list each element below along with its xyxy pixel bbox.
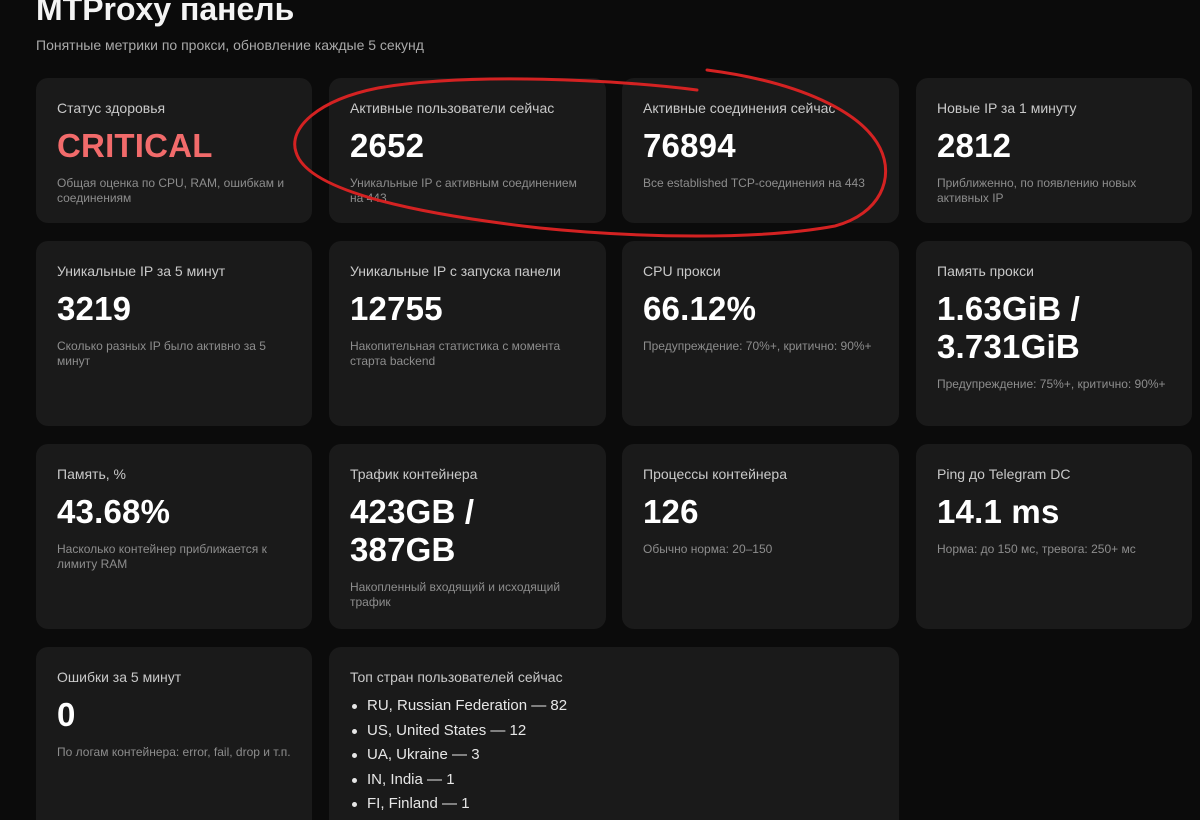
card-memory-percent: Память, % 43.68% Насколько контейнер при…	[36, 444, 312, 629]
card-label: Статус здоровья	[57, 100, 166, 116]
container-traffic-value: 423GB / 387GB	[350, 493, 585, 569]
proxy-memory-value: 1.63GiB / 3.731GiB	[937, 290, 1171, 366]
card-container-traffic: Трафик контейнера 423GB / 387GB Накоплен…	[329, 444, 606, 629]
list-item: UA, Ukraine — 3	[350, 743, 878, 768]
card-label: Активные пользователи сейчас	[350, 100, 555, 116]
card-description: Уникальные IP с активным соединением на …	[350, 176, 577, 205]
card-proxy-memory: Память прокси 1.63GiB / 3.731GiB Предупр…	[916, 241, 1192, 426]
health-status-value: CRITICAL	[57, 127, 213, 164]
card-health-status: Статус здоровья CRITICAL Общая оценка по…	[36, 78, 312, 223]
list-item: IN, India — 1	[350, 768, 878, 793]
list-item: RU, Russian Federation — 82	[350, 694, 878, 719]
card-label: Новые IP за 1 минуту	[937, 100, 1077, 116]
active-connections-value: 76894	[643, 127, 736, 164]
errors-5min-value: 0	[57, 696, 76, 733]
card-label: Процессы контейнера	[643, 466, 787, 482]
card-proxy-cpu: CPU прокси 66.12% Предупреждение: 70%+, …	[622, 241, 899, 426]
memory-percent-value: 43.68%	[57, 493, 171, 530]
proxy-memory-used: 1.63GiB /	[937, 290, 1081, 327]
active-users-value: 2652	[350, 127, 425, 164]
card-label: Ошибки за 5 минут	[57, 669, 182, 685]
card-active-users: Активные пользователи сейчас 2652 Уникал…	[329, 78, 606, 223]
container-processes-value: 126	[643, 493, 699, 530]
card-description: Накопленный входящий и исходящий трафик	[350, 580, 561, 609]
card-description: Общая оценка по CPU, RAM, ошибкам и соед…	[57, 176, 285, 205]
card-top-countries: Топ стран пользователей сейчас RU, Russi…	[329, 647, 899, 820]
proxy-memory-limit: 3.731GiB	[937, 328, 1080, 365]
card-label: CPU прокси	[643, 263, 721, 279]
card-telegram-ping: Ping до Telegram DC 14.1 ms Норма: до 15…	[916, 444, 1192, 629]
card-label: Топ стран пользователей сейчас	[350, 669, 563, 685]
card-label: Память прокси	[937, 263, 1034, 279]
traffic-in: 423GB /	[350, 493, 475, 530]
card-label: Активные соединения сейчас	[643, 100, 836, 116]
card-label: Уникальные IP с запуска панели	[350, 263, 561, 279]
unique-ips-5min-value: 3219	[57, 290, 132, 327]
page-title: MTProxy панель	[36, 0, 295, 27]
card-description: Приближенно, по появлению новых активных…	[937, 176, 1137, 205]
card-description: По логам контейнера: error, fail, drop и…	[57, 745, 291, 759]
card-active-connections: Активные соединения сейчас 76894 Все est…	[622, 78, 899, 223]
card-description: Предупреждение: 75%+, критично: 90%+	[937, 377, 1166, 391]
card-description: Предупреждение: 70%+, критично: 90%+	[643, 339, 872, 353]
unique-ips-total-value: 12755	[350, 290, 443, 327]
card-unique-ips-5min: Уникальные IP за 5 минут 3219 Сколько ра…	[36, 241, 312, 426]
card-new-ips: Новые IP за 1 минуту 2812 Приближенно, п…	[916, 78, 1192, 223]
telegram-ping-value: 14.1 ms	[937, 493, 1060, 530]
card-description: Все established TCP-соединения на 443	[643, 176, 865, 190]
card-description: Норма: до 150 мс, тревога: 250+ мс	[937, 542, 1136, 556]
country-list: RU, Russian Federation — 82 US, United S…	[350, 694, 878, 817]
card-description: Обычно норма: 20–150	[643, 542, 773, 556]
card-errors-5min: Ошибки за 5 минут 0 По логам контейнера:…	[36, 647, 312, 820]
card-description: Сколько разных IP было активно за 5 мину…	[57, 339, 266, 368]
list-item: US, United States — 12	[350, 719, 878, 744]
dashboard-page: MTProxy панель Понятные метрики по прокс…	[0, 0, 1200, 820]
card-label: Трафик контейнера	[350, 466, 478, 482]
card-description: Накопительная статистика с момента старт…	[350, 339, 561, 368]
card-label: Уникальные IP за 5 минут	[57, 263, 226, 279]
new-ips-value: 2812	[937, 127, 1012, 164]
proxy-cpu-value: 66.12%	[643, 290, 757, 327]
list-item: FI, Finland — 1	[350, 792, 878, 817]
page-subtitle: Понятные метрики по прокси, обновление к…	[36, 37, 424, 53]
card-description: Насколько контейнер приближается к лимит…	[57, 542, 267, 571]
traffic-out: 387GB	[350, 531, 456, 568]
card-label: Память, %	[57, 466, 126, 482]
card-unique-ips-total: Уникальные IP с запуска панели 12755 Нак…	[329, 241, 606, 426]
card-container-processes: Процессы контейнера 126 Обычно норма: 20…	[622, 444, 899, 629]
card-label: Ping до Telegram DC	[937, 466, 1071, 482]
